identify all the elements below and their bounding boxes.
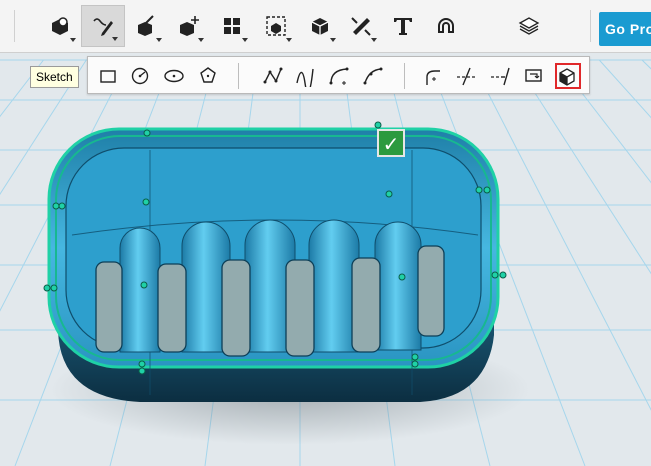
confirm-checkmark-button[interactable]: ✓ xyxy=(377,129,405,157)
combine-tool-icon xyxy=(311,18,329,35)
text-tool-icon xyxy=(394,18,412,35)
rectangle-icon xyxy=(100,70,116,83)
offset-button[interactable] xyxy=(521,63,547,89)
polygon-button[interactable] xyxy=(195,63,221,89)
control-point-handle[interactable] xyxy=(58,202,66,210)
text-tool-button[interactable] xyxy=(381,5,425,47)
construct-tool-button[interactable] xyxy=(124,5,168,47)
control-point-handle[interactable] xyxy=(50,284,58,292)
chevron-down-icon xyxy=(198,38,204,42)
rib xyxy=(374,221,422,351)
polygon-icon xyxy=(200,67,216,83)
material-tool-button[interactable] xyxy=(507,5,551,47)
drain-slot xyxy=(95,261,123,353)
extend-button[interactable] xyxy=(487,63,513,89)
control-point-handle[interactable] xyxy=(138,360,146,368)
ellipse-button[interactable] xyxy=(161,63,187,89)
fillet-button[interactable] xyxy=(419,63,445,89)
control-point-handle[interactable] xyxy=(374,121,382,129)
drain-ribs xyxy=(95,219,445,357)
control-point-handle[interactable] xyxy=(52,202,60,210)
control-point-handle[interactable] xyxy=(142,198,150,206)
chevron-down-icon xyxy=(330,38,336,42)
circle-button[interactable] xyxy=(127,63,153,89)
measure-tool-icon xyxy=(351,17,371,36)
offset-icon xyxy=(525,69,542,82)
spline-icon xyxy=(296,68,314,87)
control-point-handle[interactable] xyxy=(140,281,148,289)
control-point-handle[interactable] xyxy=(43,284,51,292)
control-point-handle[interactable] xyxy=(385,190,393,198)
project-button[interactable] xyxy=(555,63,581,89)
two-point-arc-button[interactable] xyxy=(326,63,352,89)
trim-button[interactable] xyxy=(453,63,479,89)
confirm-label: ✓ xyxy=(383,132,400,156)
control-point-handle[interactable] xyxy=(483,186,491,194)
control-point-handle[interactable] xyxy=(411,360,419,368)
construct-tool-icon xyxy=(138,15,154,36)
chevron-down-icon xyxy=(371,38,377,42)
sub-toolbar-separator xyxy=(404,63,405,89)
control-point-handle[interactable] xyxy=(411,353,419,361)
rib xyxy=(119,227,161,353)
modify-tool-button[interactable] xyxy=(166,5,210,47)
sketch-tool-button[interactable] xyxy=(81,5,125,47)
sketch-tooltip: Sketch xyxy=(30,66,79,88)
control-point-handle[interactable] xyxy=(138,367,146,375)
primitives-tool-button[interactable] xyxy=(38,5,82,47)
drain-slot xyxy=(157,263,187,353)
control-point-handle[interactable] xyxy=(398,273,406,281)
chevron-down-icon xyxy=(112,37,118,41)
drain-slot xyxy=(351,257,381,353)
grouping-tool-button[interactable] xyxy=(254,5,298,47)
extend-icon xyxy=(491,67,510,86)
polyline-icon xyxy=(263,67,283,84)
two-point-arc-icon xyxy=(329,67,349,85)
chevron-down-icon xyxy=(286,38,292,42)
control-point-handle[interactable] xyxy=(499,271,507,279)
project-icon xyxy=(559,68,575,86)
control-point-handle[interactable] xyxy=(491,271,499,279)
chevron-down-icon xyxy=(156,38,162,42)
sketch-tool-icon xyxy=(93,18,113,36)
sketch-sub-toolbar xyxy=(87,56,590,94)
grouping-tool-icon xyxy=(266,16,286,36)
chevron-down-icon xyxy=(70,38,76,42)
material-tool-icon xyxy=(518,17,540,35)
spline-button[interactable] xyxy=(292,63,318,89)
polyline-button[interactable] xyxy=(260,63,286,89)
circle-icon xyxy=(131,67,149,85)
toolbar-separator xyxy=(14,10,15,42)
three-point-arc-icon xyxy=(363,67,383,85)
snap-tool-icon xyxy=(438,18,454,33)
combine-tool-button[interactable] xyxy=(298,5,342,47)
drain-slot xyxy=(417,245,445,337)
toolbar-separator xyxy=(590,10,591,42)
main-toolbar: Go Pro xyxy=(0,0,651,53)
three-point-arc-button[interactable] xyxy=(360,63,386,89)
drain-slot xyxy=(221,259,251,357)
pattern-tool-icon xyxy=(224,18,240,34)
sub-toolbar-separator xyxy=(238,63,239,89)
control-point-handle[interactable] xyxy=(475,186,483,194)
snap-tool-button[interactable] xyxy=(424,5,468,47)
chevron-down-icon xyxy=(242,38,248,42)
pattern-tool-button[interactable] xyxy=(210,5,254,47)
primitives-tool-icon xyxy=(52,17,68,35)
drain-slot xyxy=(285,259,315,357)
control-point-handle[interactable] xyxy=(143,129,151,137)
measure-tool-button[interactable] xyxy=(339,5,383,47)
modify-tool-icon xyxy=(180,16,199,36)
rectangle-button[interactable] xyxy=(95,63,121,89)
trim-icon xyxy=(457,67,475,86)
go-pro-button[interactable]: Go Pro xyxy=(599,12,651,46)
fillet-icon xyxy=(426,70,440,85)
ellipse-icon xyxy=(164,69,184,83)
